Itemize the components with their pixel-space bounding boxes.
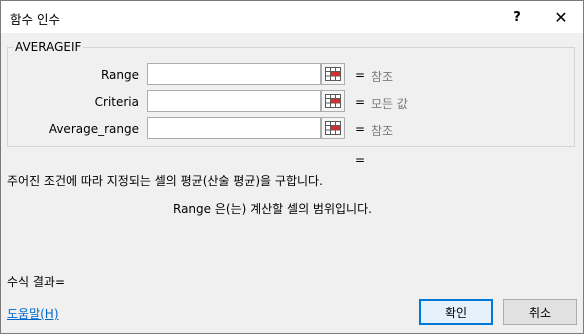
average-range-result: 참조: [371, 124, 394, 138]
criteria-label: Criteria: [94, 95, 139, 109]
dialog-title: 함수 인수: [10, 12, 60, 27]
title-bar: 함수 인수 ? ✕: [1, 1, 583, 33]
function-result-equals: =: [355, 153, 366, 167]
cell-reference-icon: [325, 67, 341, 81]
average-range-equals: =: [355, 122, 366, 136]
average-range-label: Average_range: [48, 122, 139, 136]
cancel-button[interactable]: 취소: [503, 299, 577, 325]
function-arguments-dialog: 함수 인수 ? ✕ AVERAGEIF Range = 참조 Criteria …: [0, 0, 584, 334]
range-label: Range: [100, 68, 139, 82]
range-collapse-button[interactable]: [321, 63, 345, 85]
help-icon[interactable]: ?: [499, 1, 535, 33]
cell-reference-icon: [325, 94, 341, 108]
range-equals: =: [355, 68, 366, 82]
average-range-input[interactable]: [147, 117, 321, 139]
range-input[interactable]: [147, 63, 321, 85]
criteria-collapse-button[interactable]: [321, 90, 345, 112]
average-range-collapse-button[interactable]: [321, 117, 345, 139]
argument-description: Range 은(는) 계산할 셀의 범위입니다.: [173, 202, 372, 216]
formula-result: 수식 결과=: [7, 275, 66, 289]
function-description: 주어진 조건에 따라 지정되는 셀의 평균(산술 평균)을 구합니다.: [7, 174, 323, 188]
close-icon[interactable]: ✕: [539, 1, 583, 33]
criteria-result: 모든 값: [371, 97, 408, 111]
cell-reference-icon: [325, 121, 341, 135]
criteria-equals: =: [355, 95, 366, 109]
range-result: 참조: [371, 70, 394, 84]
criteria-input[interactable]: [147, 90, 321, 112]
function-name: AVERAGEIF: [13, 40, 84, 54]
ok-button[interactable]: 확인: [419, 299, 493, 325]
help-link[interactable]: 도움말(H): [7, 305, 59, 322]
